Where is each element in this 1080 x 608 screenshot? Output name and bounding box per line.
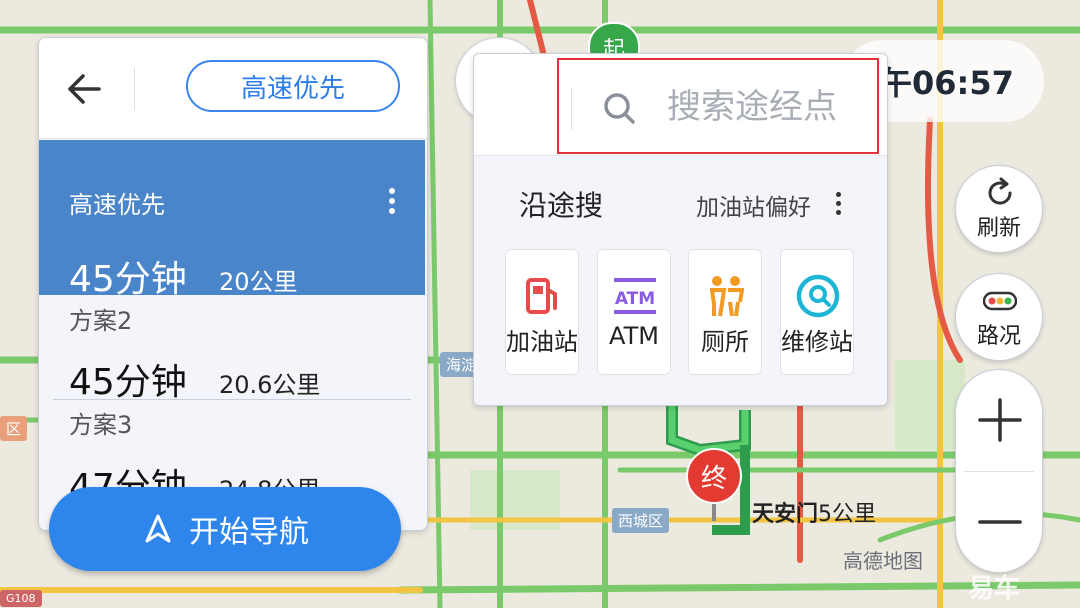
route-preference-button[interactable]: 高速优先 [186,60,400,112]
route-option-1[interactable]: 高速优先 45分钟 20公里 [39,140,425,300]
route-distance: 20.6公里 [219,371,321,399]
yiche-logo: 易车 [968,574,1021,604]
category-label: 厕所 [701,328,749,356]
zoom-out-button[interactable] [956,472,1044,572]
minus-icon [978,520,1022,524]
route-panel: 高速优先 高速优先 45分钟 20公里 方案2 45分钟 20.6公里 方案3 … [38,37,428,531]
header-divider [134,68,135,110]
back-arrow-icon [68,74,101,104]
category-toilet[interactable]: 厕所 [688,249,762,375]
along-route-title: 沿途搜 [519,189,604,222]
along-route-preference[interactable]: 加油站偏好 [696,188,811,222]
end-marker-pin [712,503,716,521]
plus-icon [978,398,1022,442]
destination-name: 天安门 [752,502,819,527]
svg-text:ATM: ATM [615,289,655,309]
route-label: 高速优先 [69,191,165,219]
route-time: 45分钟 [69,362,187,403]
preference-more-icon[interactable] [836,188,844,219]
category-label: ATM [609,322,659,350]
zoom-in-button[interactable] [956,370,1044,470]
search-input[interactable] [667,82,867,132]
more-options-icon[interactable] [389,184,397,218]
category-label: 加油站 [506,328,578,356]
back-button[interactable] [61,64,111,114]
traffic-light-icon [983,291,1017,311]
zoom-control [955,369,1043,573]
refresh-label: 刷新 [976,216,1021,241]
map-label-district: 区 [0,416,28,441]
toilet-icon [710,276,745,317]
refresh-button[interactable]: 刷新 [955,165,1043,253]
gas-station-icon [526,278,557,314]
destination-distance: 5公里 [818,502,877,527]
repair-icon [796,274,840,318]
route-label: 方案2 [69,307,133,335]
search-bar [474,54,887,156]
route-option-2[interactable]: 方案2 45分钟 20.6公里 [39,295,425,403]
navigation-arrow-icon [145,514,171,543]
route-panel-header: 高速优先 [39,38,427,139]
category-repair[interactable]: 维修站 [780,249,854,375]
map-label-g108: G108 [0,590,42,607]
search-box[interactable] [557,58,879,154]
refresh-icon [988,177,1012,205]
atm-icon: ATM [614,278,656,314]
map-watermark: 高德地图 [843,549,923,573]
traffic-button[interactable]: 路况 [955,273,1043,361]
search-divider [571,88,572,130]
search-panel: 沿途搜 加油站偏好 加油站 ATM ATM 厕所 维修 [473,53,888,406]
map-label-xicheng: 西城区 [612,508,670,533]
destination-label: 天安门5公里 [752,496,876,528]
start-navigation-button[interactable]: 开始导航 [49,487,401,571]
traffic-label: 路况 [976,324,1021,349]
end-marker[interactable]: 终 [686,448,742,504]
search-icon [604,93,635,124]
category-atm[interactable]: ATM ATM [597,249,671,375]
route-distance: 20公里 [219,268,298,296]
category-gas-station[interactable]: 加油站 [505,249,579,375]
route-label: 方案3 [69,411,133,439]
start-navigation-label: 开始导航 [189,515,309,550]
category-label: 维修站 [781,328,853,356]
